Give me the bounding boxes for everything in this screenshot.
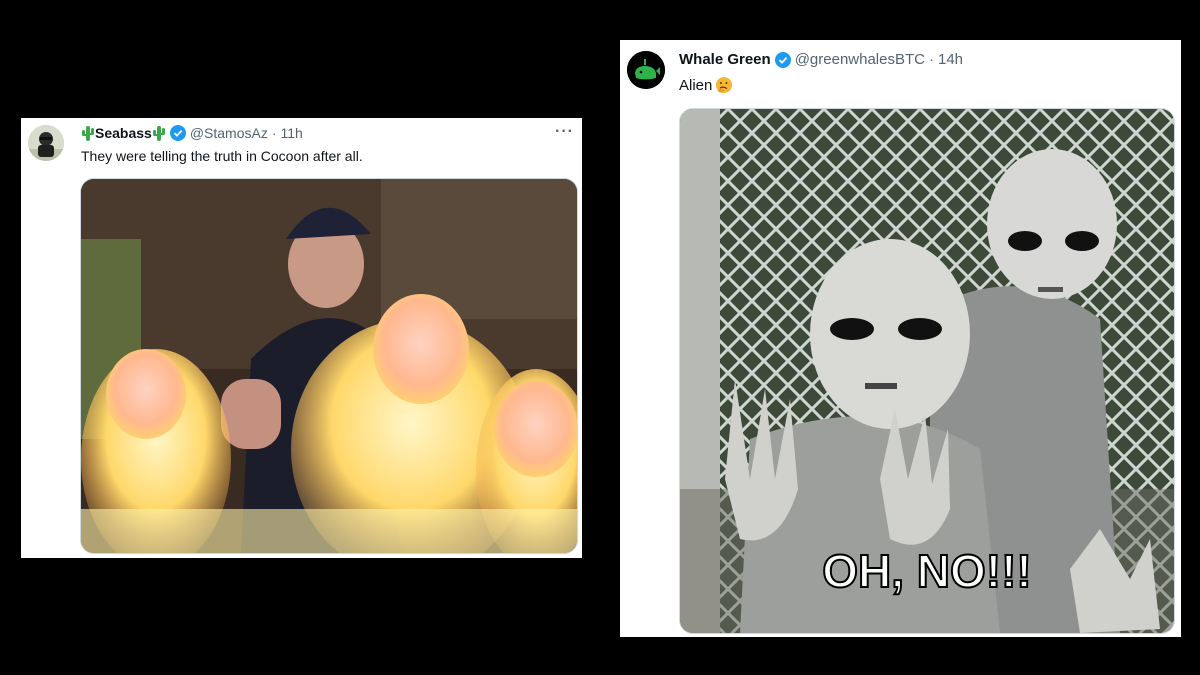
- handle[interactable]: @greenwhalesBTC: [795, 51, 925, 68]
- avatar[interactable]: [627, 51, 665, 89]
- handle[interactable]: @StamosAz: [190, 125, 268, 141]
- display-name[interactable]: Seabass: [95, 125, 152, 141]
- display-name[interactable]: Whale Green: [679, 51, 771, 68]
- more-icon[interactable]: ···: [555, 123, 574, 141]
- tweet-text: Alien: [679, 76, 713, 94]
- tweet-header: Seabass @StamosAz · 11h: [81, 125, 303, 141]
- timestamp[interactable]: 11h: [281, 125, 303, 141]
- tweet-media-image[interactable]: [80, 178, 578, 554]
- cactus-emoji-icon: [81, 125, 95, 141]
- separator-dot: ·: [929, 51, 934, 68]
- verified-badge-icon: [774, 51, 791, 68]
- tweet-card-seabass[interactable]: Seabass @StamosAz · 11h ··· They were te…: [21, 118, 582, 558]
- verified-badge-icon: [169, 125, 186, 141]
- separator-dot: ·: [271, 125, 277, 141]
- tweet-media-image[interactable]: OH, NO!!!: [679, 108, 1175, 634]
- avatar[interactable]: [28, 125, 64, 161]
- tweet-card-whale-green[interactable]: Whale Green @greenwhalesBTC · 14h Alien: [620, 40, 1181, 637]
- meme-caption: OH, NO!!!: [822, 545, 1032, 597]
- cactus-emoji-icon: [152, 125, 166, 141]
- tweet-header: Whale Green @greenwhalesBTC · 14h: [679, 51, 963, 68]
- tweet-text: They were telling the truth in Cocoon af…: [81, 148, 363, 164]
- tweet-text-row: Alien: [679, 76, 733, 94]
- timestamp[interactable]: 14h: [938, 51, 963, 68]
- thinking-face-emoji-icon: [715, 76, 733, 94]
